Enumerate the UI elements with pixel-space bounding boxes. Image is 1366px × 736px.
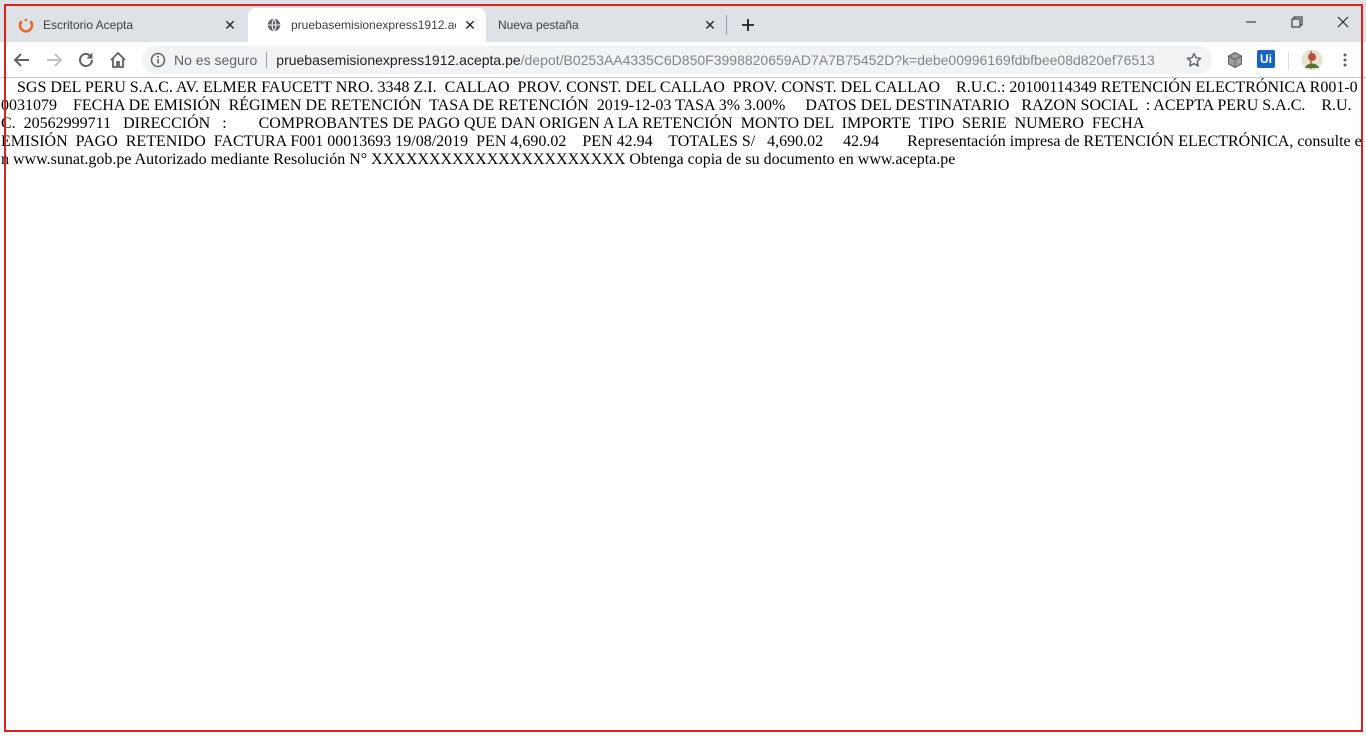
restore-button[interactable] xyxy=(1274,8,1320,36)
home-button[interactable] xyxy=(106,48,130,72)
minimize-button[interactable] xyxy=(1228,8,1274,36)
page-content: SGS DEL PERU S.A.C. AV. ELMER FAUCETT NR… xyxy=(0,79,1366,729)
info-icon[interactable] xyxy=(150,52,166,68)
ui-extension-button[interactable]: Ui xyxy=(1257,50,1275,68)
back-button[interactable] xyxy=(10,48,34,72)
close-tab-icon[interactable]: ✕ xyxy=(462,17,478,33)
toolbar-separator xyxy=(1288,52,1289,70)
tab-escritorio-acepta[interactable]: Escritorio Acepta ✕ xyxy=(0,8,246,42)
reload-button[interactable] xyxy=(74,48,98,72)
tab-title: pruebasemisionexpress1912.acepta.pe/depo… xyxy=(291,18,456,32)
close-icon xyxy=(1337,16,1349,28)
retention-document-text: SGS DEL PERU S.A.C. AV. ELMER FAUCETT NR… xyxy=(1,79,1362,168)
menu-icon[interactable] xyxy=(1335,50,1355,70)
globe-icon xyxy=(266,17,282,33)
omnibox-divider xyxy=(266,52,268,68)
extension-cube-icon[interactable] xyxy=(1225,50,1245,70)
tab-title: Nueva pestaña xyxy=(498,18,579,32)
arrow-right-icon xyxy=(47,53,63,67)
bookmark-star-icon[interactable] xyxy=(1184,50,1204,70)
close-window-button[interactable] xyxy=(1320,8,1366,36)
plus-icon xyxy=(742,19,754,31)
security-label[interactable]: No es seguro xyxy=(174,52,257,68)
url-text[interactable]: pruebasemisionexpress1912.acepta.pe/depo… xyxy=(276,52,1184,68)
acepta-logo-icon xyxy=(18,17,34,33)
home-icon xyxy=(110,51,126,68)
tab-strip: Escritorio Acepta ✕ pruebasemisionexpres… xyxy=(0,0,1366,42)
tab-pruebasemision[interactable]: pruebasemisionexpress1912.acepta.pe/depo… xyxy=(248,8,486,42)
forward-button[interactable] xyxy=(42,48,66,72)
close-tab-icon[interactable]: ✕ xyxy=(702,17,718,33)
reload-icon xyxy=(79,53,93,67)
browser-toolbar: No es seguro pruebasemisionexpress1912.a… xyxy=(0,42,1366,78)
address-bar[interactable]: No es seguro pruebasemisionexpress1912.a… xyxy=(142,46,1212,74)
restore-icon xyxy=(1291,16,1303,28)
minimize-icon xyxy=(1246,21,1256,23)
arrow-left-icon xyxy=(13,53,29,67)
url-host: pruebasemisionexpress1912.acepta.pe xyxy=(276,52,521,68)
profile-avatar[interactable] xyxy=(1301,49,1323,71)
tab-separator xyxy=(726,15,727,35)
new-tab-button[interactable] xyxy=(737,14,759,36)
ui-extension-label: Ui xyxy=(1260,52,1272,66)
tab-title: Escritorio Acepta xyxy=(43,18,134,32)
tab-nueva-pestana[interactable]: Nueva pestaña ✕ xyxy=(480,8,726,42)
close-tab-icon[interactable]: ✕ xyxy=(222,17,238,33)
url-path: /depot/B0253AA4335C6D850F3998820659AD7A7… xyxy=(520,52,1155,68)
